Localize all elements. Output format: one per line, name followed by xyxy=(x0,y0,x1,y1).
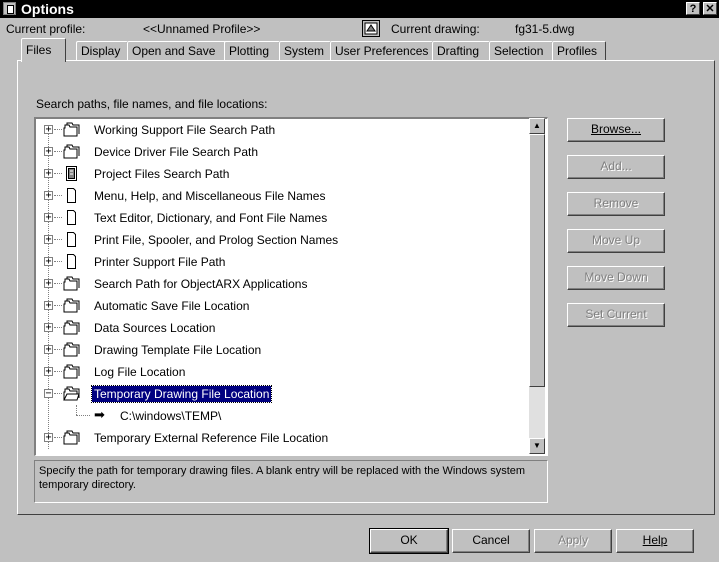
scroll-thumb[interactable] xyxy=(529,134,545,387)
tree-item-label: Project Files Search Path xyxy=(94,167,230,181)
scroll-down-icon[interactable]: ▼ xyxy=(529,438,545,454)
apply-button[interactable]: Apply xyxy=(534,529,612,553)
project-files-icon xyxy=(66,166,77,181)
current-profile-value: <<Unnamed Profile>> xyxy=(143,22,261,36)
tree-scrollbar[interactable]: ▲ ▼ xyxy=(529,118,545,454)
tree-item-log-file[interactable]: + Log File Location xyxy=(36,361,516,383)
expand-icon[interactable]: + xyxy=(44,147,53,157)
tree-item-label: Search Path for ObjectARX Applications xyxy=(94,277,308,291)
expand-icon[interactable]: + xyxy=(44,213,53,223)
help-button[interactable]: Help xyxy=(616,529,694,553)
expand-icon[interactable]: + xyxy=(44,235,53,245)
tree-item-label: Working Support File Search Path xyxy=(94,123,276,137)
tab-drafting[interactable]: Drafting xyxy=(432,41,490,60)
tree-item-temporary-xref[interactable]: + Temporary External Reference File Loca… xyxy=(36,427,516,449)
tree-item-data-sources[interactable]: + Data Sources Location xyxy=(36,317,516,339)
tree-item-printer-support[interactable]: + Printer Support File Path xyxy=(36,251,516,273)
current-drawing-value: fg31-5.dwg xyxy=(515,22,575,36)
tree-item-label: Data Sources Location xyxy=(94,321,216,335)
move-up-button[interactable]: Move Up xyxy=(567,229,665,253)
tree-item-device-driver[interactable]: + Device Driver File Search Path xyxy=(36,141,516,163)
child-connector-branch xyxy=(76,415,90,416)
expand-icon[interactable]: + xyxy=(44,323,53,333)
tree-item-label: Text Editor, Dictionary, and Font File N… xyxy=(94,211,328,225)
description-box: Specify the path for temporary drawing f… xyxy=(34,460,548,503)
expand-icon[interactable]: + xyxy=(44,191,53,201)
tab-profiles[interactable]: Profiles xyxy=(552,41,606,60)
tree-item-menu-help[interactable]: + Menu, Help, and Miscellaneous File Nam… xyxy=(36,185,516,207)
file-icon xyxy=(67,188,76,203)
folders-icon xyxy=(63,298,80,313)
scroll-up-icon[interactable]: ▲ xyxy=(529,118,545,134)
tree-item-label: Menu, Help, and Miscellaneous File Names xyxy=(94,189,326,203)
tree-item-automatic-save[interactable]: + Automatic Save File Location xyxy=(36,295,516,317)
tree-item-temporary-drawing[interactable]: − Temporary Drawing File Location xyxy=(36,383,516,405)
tree-item-objectarx[interactable]: + Search Path for ObjectARX Applications xyxy=(36,273,516,295)
expand-icon[interactable]: + xyxy=(44,257,53,267)
tab-system[interactable]: System xyxy=(279,41,331,60)
tree-item-working-support[interactable]: + Working Support File Search Path xyxy=(36,119,516,141)
tab-plotting[interactable]: Plotting xyxy=(224,41,280,60)
folders-icon xyxy=(63,276,80,291)
expand-icon[interactable]: + xyxy=(44,279,53,289)
tree-item-text-editor[interactable]: + Text Editor, Dictionary, and Font File… xyxy=(36,207,516,229)
tree-child-temp-path[interactable]: ➡ C:\windows\TEMP\ xyxy=(36,405,516,427)
tab-user-preferences[interactable]: User Preferences xyxy=(330,41,433,60)
tree-item-label: Log File Location xyxy=(94,365,186,379)
app-icon[interactable] xyxy=(3,2,16,15)
collapse-icon[interactable]: − xyxy=(44,389,53,399)
file-icon xyxy=(67,254,76,269)
set-current-button[interactable]: Set Current xyxy=(567,303,665,327)
open-folders-icon xyxy=(63,386,80,401)
file-icon xyxy=(67,232,76,247)
tab-display[interactable]: Display xyxy=(76,41,128,60)
tree-item-print-file[interactable]: + Print File, Spooler, and Prolog Sectio… xyxy=(36,229,516,251)
folders-icon xyxy=(63,430,80,445)
current-drawing-label: Current drawing: xyxy=(391,22,480,36)
browse-button[interactable]: Browse... xyxy=(567,118,665,142)
title-bar: Options ? ✕ xyxy=(0,0,719,18)
file-locations-tree[interactable]: + Working Support File Search Path + Dev… xyxy=(34,117,548,456)
window-title: Options xyxy=(21,1,74,17)
add-button[interactable]: Add... xyxy=(567,155,665,179)
expand-icon[interactable]: + xyxy=(44,367,53,377)
move-down-button[interactable]: Move Down xyxy=(567,266,665,290)
tree-item-label: Printer Support File Path xyxy=(94,255,226,269)
drawing-icon xyxy=(362,20,380,37)
tab-open-and-save[interactable]: Open and Save xyxy=(127,41,226,60)
tree-item-label: Device Driver File Search Path xyxy=(94,145,259,159)
expand-icon[interactable]: + xyxy=(44,345,53,355)
folders-icon xyxy=(63,320,80,335)
arrow-right-icon: ➡ xyxy=(94,407,105,422)
tab-files[interactable]: Files xyxy=(21,38,66,62)
folders-icon xyxy=(63,122,80,137)
ok-button[interactable]: OK xyxy=(369,528,449,554)
close-icon[interactable]: ✕ xyxy=(703,2,717,15)
tree-item-label: Drawing Template File Location xyxy=(94,343,262,357)
expand-icon[interactable]: + xyxy=(44,169,53,179)
tree-item-project-files[interactable]: + Project Files Search Path xyxy=(36,163,516,185)
remove-button[interactable]: Remove xyxy=(567,192,665,216)
file-icon xyxy=(67,210,76,225)
child-connector-line xyxy=(76,405,77,415)
tree-item-label: Temporary External Reference File Locati… xyxy=(94,431,329,445)
tab-selection[interactable]: Selection xyxy=(489,41,553,60)
folders-icon xyxy=(63,364,80,379)
tree-child-label: C:\windows\TEMP\ xyxy=(120,409,222,423)
expand-icon[interactable]: + xyxy=(44,125,53,135)
folders-icon xyxy=(63,342,80,357)
help-icon[interactable]: ? xyxy=(686,2,700,15)
expand-icon[interactable]: + xyxy=(44,433,53,443)
current-profile-label: Current profile: xyxy=(6,22,86,36)
expand-icon[interactable]: + xyxy=(44,301,53,311)
search-paths-label: Search paths, file names, and file locat… xyxy=(36,97,268,111)
tree-item-label: Print File, Spooler, and Prolog Section … xyxy=(94,233,339,247)
tree-item-drawing-template[interactable]: + Drawing Template File Location xyxy=(36,339,516,361)
folders-icon xyxy=(63,144,80,159)
tree-item-label: Automatic Save File Location xyxy=(94,299,250,313)
cancel-button[interactable]: Cancel xyxy=(452,529,530,553)
tree-item-label-selected: Temporary Drawing File Location xyxy=(90,385,273,403)
